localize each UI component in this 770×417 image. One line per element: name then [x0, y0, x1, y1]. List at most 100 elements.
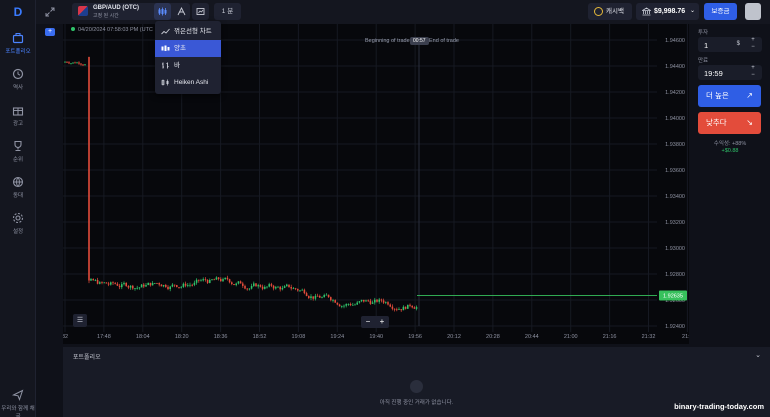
- increment-button[interactable]: +: [747, 65, 759, 71]
- candle-body: [213, 279, 215, 281]
- timeframe-selector[interactable]: 1 분: [214, 3, 241, 20]
- expand-icon[interactable]: [44, 6, 56, 18]
- menu-item-label: 바: [174, 62, 180, 69]
- candle-body: [64, 61, 66, 63]
- candle-body: [176, 285, 178, 288]
- candle-body: [314, 295, 317, 299]
- lower-button[interactable]: 낮추다 ↘: [698, 112, 761, 134]
- candle-body: [277, 286, 279, 288]
- x-tick-label: 21:16: [603, 334, 617, 340]
- avatar[interactable]: [745, 3, 761, 20]
- watermark: binary-trading-today.com: [674, 402, 764, 411]
- candle-body: [189, 284, 191, 286]
- nav-item-ranking[interactable]: 순위: [0, 140, 36, 163]
- line-chart-icon: [161, 28, 170, 35]
- candle-body: [330, 297, 332, 301]
- candle-body: [288, 284, 290, 287]
- decrement-button[interactable]: −: [747, 72, 759, 78]
- nav-item-community[interactable]: 동대: [0, 176, 36, 199]
- nav-item-promo[interactable]: 광고: [0, 104, 36, 127]
- menu-item-candles[interactable]: 양초: [155, 40, 221, 57]
- nav-item-support[interactable]: 우리와 함께 채굴: [0, 389, 36, 417]
- candle-body: [123, 282, 125, 285]
- nav-item-settings[interactable]: 설정: [0, 212, 36, 235]
- candle-body: [110, 282, 112, 285]
- candle-body: [345, 304, 347, 306]
- increment-button[interactable]: +: [747, 37, 759, 43]
- chart-settings-button[interactable]: ☰: [73, 314, 87, 327]
- candle-body: [393, 308, 396, 310]
- drawing-tools-button[interactable]: [173, 3, 190, 20]
- candle-body: [415, 307, 418, 309]
- zoom-out-button[interactable]: −: [361, 316, 375, 328]
- candle-body: [349, 303, 352, 306]
- indicators-icon: [196, 8, 205, 15]
- nav-item-history[interactable]: 역사: [0, 68, 36, 91]
- candle-body: [198, 279, 200, 281]
- nav-item-portfolio[interactable]: 포트폴리오: [0, 32, 36, 55]
- candle-body: [310, 296, 312, 299]
- menu-item-heiken-ashi[interactable]: Heiken Ashi: [155, 74, 221, 91]
- candle-body: [270, 284, 273, 286]
- candle-body: [334, 300, 336, 303]
- asset-name: GBP/AUD (OTC): [93, 5, 139, 11]
- menu-item-line-chart[interactable]: 꺾은선형 차트: [155, 23, 221, 40]
- candle-body: [127, 286, 130, 288]
- candle-body: [398, 309, 400, 310]
- menu-item-bars[interactable]: 바: [155, 57, 221, 74]
- candle-body: [244, 285, 246, 289]
- candle-body: [88, 56, 90, 281]
- candle-body: [281, 287, 284, 290]
- expiry-label: 만료: [698, 58, 709, 64]
- amount-label: 투자: [698, 30, 709, 36]
- deposit-button[interactable]: 보증금: [704, 3, 737, 20]
- candle-body: [297, 289, 299, 291]
- higher-button[interactable]: 더 높은 ↗: [698, 85, 761, 107]
- candle-body: [382, 300, 385, 303]
- zoom-in-button[interactable]: +: [375, 316, 389, 328]
- candle-body: [92, 279, 94, 281]
- candle-body: [156, 283, 158, 284]
- candle-body: [70, 63, 72, 65]
- decrement-button[interactable]: −: [747, 44, 759, 50]
- candle-body: [325, 294, 328, 296]
- x-tick-label: 18:20: [175, 334, 189, 340]
- asset-subtitle: 고정 된 시간: [93, 13, 119, 19]
- logo-icon[interactable]: D: [12, 6, 24, 19]
- trade-countdown: 00:57: [410, 37, 429, 45]
- sliders-icon: ☰: [76, 317, 84, 324]
- chart-type-button[interactable]: [154, 3, 171, 20]
- indicators-button[interactable]: [192, 3, 209, 20]
- bank-icon: [642, 7, 651, 16]
- candle-body: [374, 299, 376, 303]
- candle-body: [82, 64, 84, 66]
- flag-icon: [78, 6, 88, 16]
- candle-body: [114, 283, 116, 284]
- globe-icon: [12, 176, 24, 188]
- x-tick-label: 18:52: [253, 334, 267, 340]
- candle-body: [264, 286, 266, 289]
- candle-body: [202, 279, 204, 281]
- trade-panel: 투자 1 $ + − 만료 19:59 + − 더 높은 ↗ 낮추다 ↘ 수익성…: [690, 24, 770, 347]
- candle-body: [222, 279, 224, 282]
- x-tick-label: 20:44: [525, 334, 539, 340]
- cashback-button[interactable]: 캐시백: [588, 3, 632, 20]
- candle-body: [275, 287, 277, 289]
- candle-body: [308, 296, 310, 299]
- candle-body: [343, 305, 345, 307]
- chevron-down-icon: ⌄: [689, 8, 695, 14]
- add-tab-button[interactable]: +: [45, 28, 55, 36]
- candle-body: [184, 283, 187, 286]
- candle-body: [125, 282, 127, 287]
- amount-field[interactable]: 1 $ + −: [698, 37, 762, 52]
- candle-body: [167, 286, 169, 290]
- chevron-down-icon[interactable]: ⌄: [755, 351, 761, 359]
- candle-body: [204, 279, 207, 280]
- candle-body: [151, 283, 154, 286]
- candle-body: [389, 304, 391, 307]
- balance-selector[interactable]: $9,998.76 ⌄: [636, 3, 699, 20]
- nav-item-label: 포트폴리오: [5, 49, 31, 55]
- expiry-field[interactable]: 19:59 + −: [698, 65, 762, 80]
- candle-body: [140, 284, 143, 288]
- send-icon: [12, 389, 24, 401]
